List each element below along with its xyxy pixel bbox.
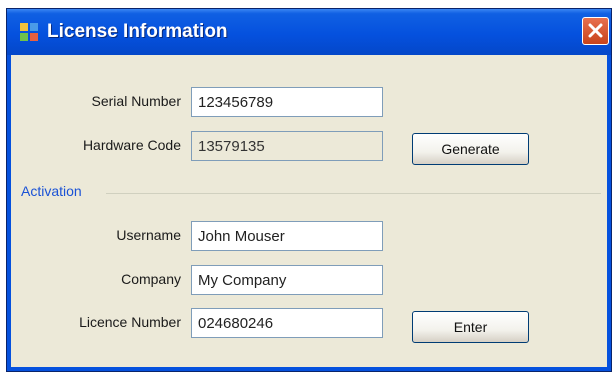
license-dialog: License Information Serial Number Hardwa… [6,8,612,372]
activation-group-label: Activation [21,183,82,199]
username-input[interactable] [191,221,383,251]
close-button[interactable] [582,17,609,45]
dialog-body: Serial Number Hardware Code Generate Act… [7,55,611,371]
generate-button[interactable]: Generate [412,133,529,165]
enter-button[interactable]: Enter [412,311,529,343]
licence-number-input[interactable] [191,308,383,338]
hardware-code-field[interactable] [191,131,383,161]
hardware-code-label: Hardware Code [82,137,181,153]
serial-number-input[interactable] [191,87,383,117]
company-input[interactable] [191,265,383,295]
title-bar[interactable]: License Information [7,9,611,55]
window-title: License Information [47,21,228,42]
username-label: Username [116,227,181,243]
company-label: Company [121,271,181,287]
serial-number-label: Serial Number [91,93,181,109]
group-divider [106,193,601,194]
close-icon [588,23,603,38]
app-window-icon [20,23,38,41]
licence-number-label: Licence Number [79,314,181,330]
